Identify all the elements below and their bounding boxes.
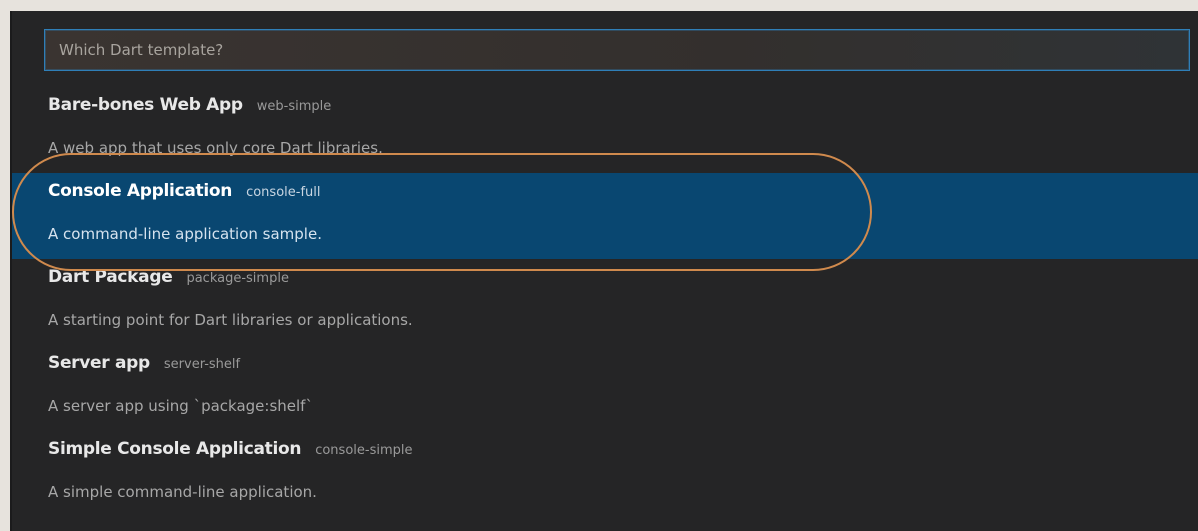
template-id: server-shelf <box>163 357 241 372</box>
template-item-package-simple[interactable]: Dart Package package-simple A starting p… <box>12 259 1198 345</box>
template-item-web-simple[interactable]: Bare-bones Web App web-simple A web app … <box>12 87 1198 173</box>
template-id: web-simple <box>256 99 332 114</box>
template-item-console-full[interactable]: Console Application console-full A comma… <box>12 173 1198 259</box>
template-item-console-simple[interactable]: Simple Console Application console-simpl… <box>12 431 1198 517</box>
template-description: A command-line application sample. <box>48 225 322 243</box>
template-label: Dart Package <box>48 267 173 287</box>
template-description: A web app that uses only core Dart libra… <box>48 139 383 157</box>
template-id: console-full <box>246 185 321 200</box>
quick-pick-panel: Bare-bones Web App web-simple A web app … <box>10 11 1198 531</box>
template-id: package-simple <box>186 271 289 286</box>
template-label: Server app <box>48 353 150 373</box>
template-description: A starting point for Dart libraries or a… <box>48 311 413 329</box>
template-description: A server app using `package:shelf` <box>48 397 313 415</box>
template-label: Bare-bones Web App <box>48 95 243 115</box>
template-id: console-simple <box>315 443 413 458</box>
template-label: Simple Console Application <box>48 439 302 459</box>
template-list: Bare-bones Web App web-simple A web app … <box>12 87 1198 517</box>
template-item-server-shelf[interactable]: Server app server-shelf A server app usi… <box>12 345 1198 431</box>
template-search-input[interactable] <box>45 30 1189 70</box>
template-search-box[interactable] <box>44 29 1190 71</box>
template-description: A simple command-line application. <box>48 483 317 501</box>
template-label: Console Application <box>48 181 233 201</box>
